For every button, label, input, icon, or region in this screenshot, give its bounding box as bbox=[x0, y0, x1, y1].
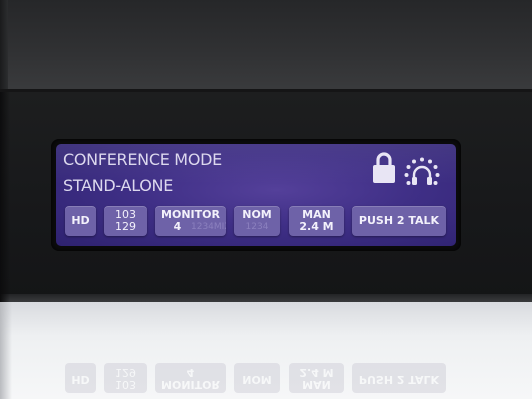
reflection-monitor: MONITOR 4 bbox=[155, 363, 226, 393]
push-to-talk-label: PUSH 2 TALK bbox=[358, 214, 440, 227]
man-button[interactable]: MAN 2.4 M bbox=[289, 206, 344, 236]
lock-icon bbox=[373, 152, 395, 183]
channel-top-value: 103 bbox=[115, 208, 136, 221]
hd-button[interactable]: HD bbox=[65, 206, 96, 236]
channel-bottom-value: 129 bbox=[115, 220, 136, 233]
nom-dim-options: 1234 bbox=[245, 222, 269, 232]
monitor-dim-options: 1234MIX bbox=[191, 222, 226, 232]
reflection-hd: HD bbox=[65, 363, 96, 393]
reflection-monitor-label: MONITOR bbox=[161, 378, 220, 391]
casing-edge bbox=[0, 0, 8, 92]
lcd-display: CONFERENCE MODE STAND-ALONE HD 103 129 M… bbox=[56, 144, 456, 246]
reflection-push-to-talk: PUSH 2 TALK bbox=[352, 363, 446, 393]
nom-button[interactable]: NOM 1234 bbox=[234, 206, 280, 236]
reflection-nom-label: NOM bbox=[242, 373, 272, 386]
reflection-man-label: MAN bbox=[302, 378, 331, 391]
reflection-man-value: 2.4 M bbox=[299, 366, 334, 379]
reflection-channels: 103 129 bbox=[104, 363, 147, 393]
reflection-man: MAN 2.4 M bbox=[289, 363, 344, 393]
table-shadow bbox=[0, 302, 12, 399]
device-top-casing bbox=[0, 0, 532, 92]
man-value: 2.4 M bbox=[299, 220, 334, 233]
stand-alone-label: STAND-ALONE bbox=[63, 176, 174, 195]
headset-icon bbox=[404, 157, 440, 185]
monitor-button[interactable]: MONITOR 4 1234MIX bbox=[155, 206, 226, 236]
channel-indicator[interactable]: 103 129 bbox=[104, 206, 147, 236]
display-reflection: HD 103 129 MONITOR 4 NOM MAN 2.4 M PUSH … bbox=[56, 352, 456, 399]
hd-label: HD bbox=[71, 214, 90, 227]
reflection-monitor-value: 4 bbox=[186, 366, 195, 379]
push-to-talk-button[interactable]: PUSH 2 TALK bbox=[352, 206, 446, 236]
reflection-hd-label: HD bbox=[71, 373, 90, 386]
reflection-nom: NOM bbox=[234, 363, 280, 393]
front-panel-bevel bbox=[0, 294, 532, 302]
nom-label: NOM bbox=[242, 208, 272, 221]
monitor-label: MONITOR bbox=[161, 208, 220, 221]
reflection-push-to-talk-label: PUSH 2 TALK bbox=[358, 373, 440, 386]
reflection-channel-top: 103 bbox=[115, 378, 136, 391]
panel-shadow bbox=[0, 92, 10, 302]
reflection-channel-bottom: 129 bbox=[115, 366, 136, 379]
conference-mode-label: CONFERENCE MODE bbox=[63, 150, 222, 169]
